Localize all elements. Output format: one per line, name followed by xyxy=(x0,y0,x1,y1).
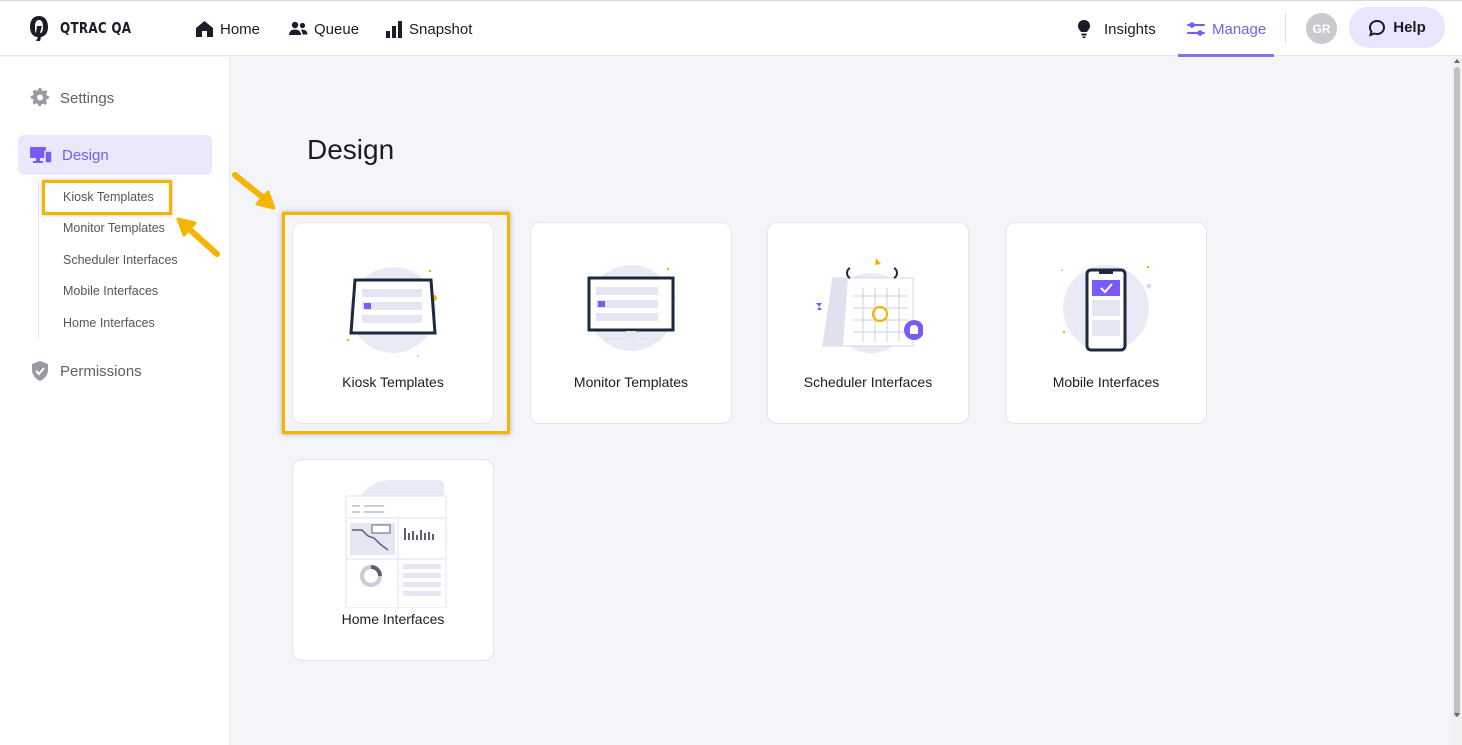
submenu-item-mobile-interfaces[interactable]: Mobile Interfaces xyxy=(39,276,218,308)
calendar-illustration-icon xyxy=(816,258,923,353)
page-scrollbar[interactable] xyxy=(1452,57,1462,745)
app-logo[interactable]: QTRAC QA xyxy=(28,14,149,42)
mobile-illustration-icon xyxy=(1061,265,1152,352)
card-monitor-templates-label: Monitor Templates xyxy=(573,374,689,390)
monitor-illustration-icon xyxy=(587,265,676,351)
submenu-item-kiosk-templates[interactable]: Kiosk Templates xyxy=(39,181,218,213)
top-navigation-bar: QTRAC QA Home Queue Snapshot Insights Ma… xyxy=(0,0,1462,57)
shield-icon xyxy=(32,361,48,381)
design-submenu: Kiosk Templates Monitor Templates Schedu… xyxy=(38,181,218,339)
nav-home[interactable]: Home xyxy=(195,1,260,57)
submenu-item-home-interfaces[interactable]: Home Interfaces xyxy=(39,307,218,339)
sidebar-item-design-label: Design xyxy=(62,146,109,164)
nav-home-label: Home xyxy=(220,20,261,38)
card-monitor-templates[interactable]: Monitor Templates xyxy=(530,222,732,424)
card-scheduler-interfaces-label: Scheduler Interfaces xyxy=(803,374,933,390)
brand-name: QTRAC QA xyxy=(60,19,132,37)
card-kiosk-templates[interactable]: Kiosk Templates xyxy=(292,222,494,424)
card-mobile-interfaces-label: Mobile Interfaces xyxy=(1052,374,1160,390)
sidebar-item-design[interactable]: Design xyxy=(18,135,212,175)
nav-queue-label: Queue xyxy=(314,20,360,38)
help-button-label: Help xyxy=(1393,19,1426,36)
people-icon xyxy=(289,21,308,35)
scrollbar-thumb[interactable] xyxy=(1454,67,1460,717)
lightbulb-icon xyxy=(1078,20,1090,38)
sidebar-item-settings-label: Settings xyxy=(60,89,115,107)
devices-icon xyxy=(30,147,52,164)
nav-insights[interactable]: Insights xyxy=(1076,1,1156,57)
nav-snapshot[interactable]: Snapshot xyxy=(385,1,472,57)
nav-manage[interactable]: Manage xyxy=(1178,1,1274,57)
kiosk-illustration-icon xyxy=(346,267,437,357)
sidebar-item-permissions-label: Permissions xyxy=(60,362,142,380)
gear-icon xyxy=(30,88,49,106)
home-icon xyxy=(196,21,213,37)
sidebar-item-permissions[interactable]: Permissions xyxy=(18,351,212,391)
sidebar: Settings Design Kiosk Templates Monitor … xyxy=(0,57,230,745)
annotation-arrow-to-card-icon xyxy=(232,172,276,210)
submenu-item-scheduler-interfaces[interactable]: Scheduler Interfaces xyxy=(39,244,218,276)
card-home-interfaces-label: Home Interfaces xyxy=(341,611,445,627)
submenu-item-monitor-templates[interactable]: Monitor Templates xyxy=(39,213,218,245)
sidebar-item-settings[interactable]: Settings xyxy=(18,78,212,118)
q-logo-icon xyxy=(30,16,48,41)
active-tab-underline xyxy=(1178,54,1274,57)
bar-chart-icon xyxy=(386,21,402,38)
dashboard-illustration-icon xyxy=(345,480,447,608)
nav-snapshot-label: Snapshot xyxy=(409,20,473,38)
page-title: Design xyxy=(307,134,395,165)
card-mobile-interfaces[interactable]: Mobile Interfaces xyxy=(1005,222,1207,424)
nav-manage-label: Manage xyxy=(1212,20,1267,38)
nav-queue[interactable]: Queue xyxy=(288,1,359,57)
user-avatar[interactable]: GR xyxy=(1306,13,1337,44)
help-button[interactable]: Help xyxy=(1349,7,1445,48)
card-home-interfaces[interactable]: Home Interfaces xyxy=(292,459,494,661)
sliders-icon xyxy=(1187,22,1205,36)
chat-bubble-icon xyxy=(1369,19,1386,37)
nav-divider xyxy=(1285,13,1286,43)
scroll-down-arrow-icon[interactable] xyxy=(1454,713,1460,717)
scroll-up-arrow-icon[interactable] xyxy=(1454,59,1460,63)
nav-insights-label: Insights xyxy=(1104,20,1156,38)
card-kiosk-templates-label: Kiosk Templates xyxy=(342,374,444,390)
card-scheduler-interfaces[interactable]: Scheduler Interfaces xyxy=(767,222,969,424)
